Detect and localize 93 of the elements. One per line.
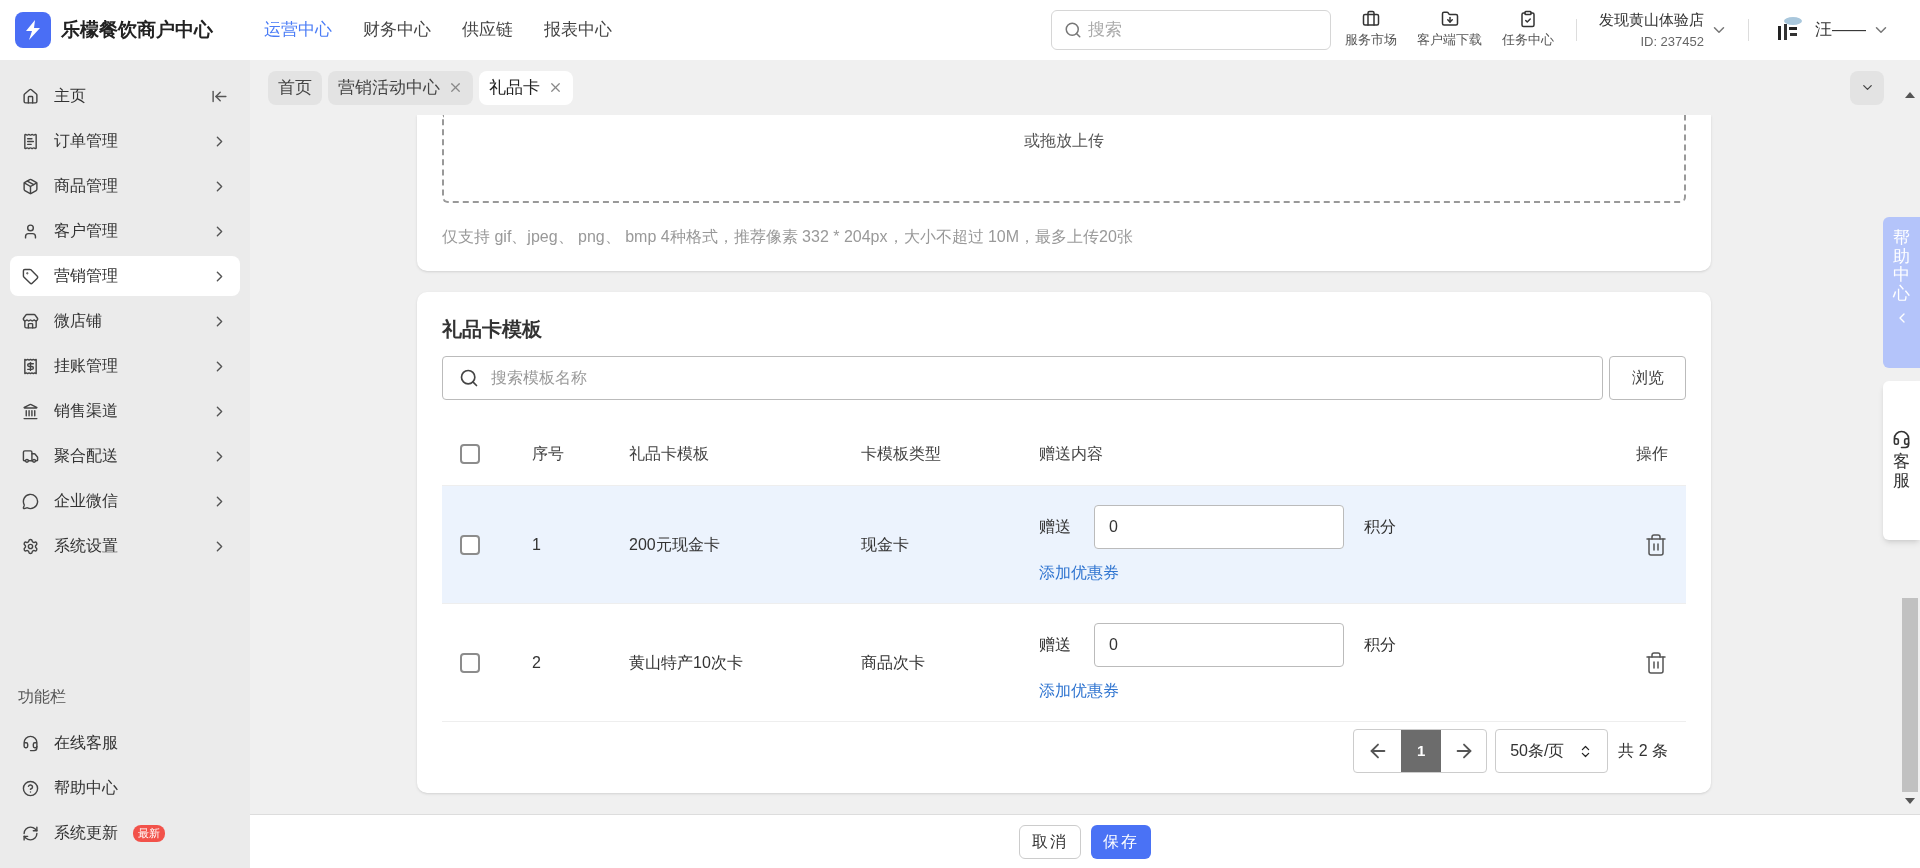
brand-name: 乐檬餐饮商户中心 bbox=[61, 17, 213, 42]
points-field[interactable]: 0 bbox=[1094, 504, 1344, 549]
home-icon bbox=[22, 87, 39, 105]
help-icon bbox=[22, 779, 39, 797]
column-header: 卡模板类型 bbox=[861, 443, 942, 464]
sidebar-item[interactable]: 帮助中心 bbox=[10, 768, 240, 808]
table-cell-text: 商品次卡 bbox=[861, 652, 926, 673]
headset-icon bbox=[1892, 430, 1911, 450]
sidebar-item[interactable]: 聚合配送 bbox=[10, 436, 240, 476]
customer-service-tab[interactable]: 客服 bbox=[1883, 381, 1920, 540]
sidebar-item[interactable]: 在线客服 bbox=[10, 723, 240, 763]
sidebar-item[interactable]: 系统设置 bbox=[10, 526, 240, 566]
table-cell-text: 黄山特产10次卡 bbox=[629, 652, 744, 673]
nav-link[interactable]: 财务中心 bbox=[363, 17, 431, 43]
drop-zone[interactable]: 或拖放上传 bbox=[442, 115, 1686, 203]
truck-icon bbox=[22, 447, 39, 465]
sidebar-item[interactable]: 主页 bbox=[10, 76, 240, 116]
search-icon bbox=[459, 368, 479, 388]
page-button[interactable]: 1 bbox=[1401, 730, 1442, 772]
column-header: 礼品卡模板 bbox=[629, 443, 710, 464]
page-size-select[interactable]: 50条/页 bbox=[1495, 729, 1609, 773]
unit-label: 积分 bbox=[1364, 634, 1396, 655]
receipt-icon bbox=[22, 132, 39, 150]
checkbox[interactable] bbox=[460, 443, 480, 464]
section-title: 功能栏 bbox=[17, 687, 67, 707]
sidebar-item[interactable]: 营销管理 bbox=[10, 256, 240, 296]
bank-icon bbox=[22, 402, 39, 420]
scroll-up-icon[interactable] bbox=[1905, 92, 1915, 98]
sidebar-item[interactable]: 微店铺 bbox=[10, 301, 240, 341]
shortcut-button[interactable]: 服务市场 bbox=[1345, 10, 1397, 50]
store-id: ID: 237452 bbox=[1640, 32, 1704, 51]
box-icon bbox=[22, 177, 39, 195]
sidebar-item[interactable]: 销售渠道 bbox=[10, 391, 240, 431]
page-tab[interactable]: 营销活动中心 bbox=[328, 70, 473, 105]
sidebar-item[interactable]: 商品管理 bbox=[10, 166, 240, 206]
unit-label: 积分 bbox=[1364, 516, 1396, 537]
table-cell-text: 1 bbox=[532, 534, 542, 555]
cancel-button[interactable]: 取消 bbox=[1019, 824, 1081, 859]
column-header: 序号 bbox=[532, 443, 565, 464]
store-icon bbox=[22, 312, 39, 330]
chat-icon bbox=[22, 492, 39, 510]
sidebar-item[interactable]: 系统更新 最新 bbox=[10, 813, 240, 853]
points-field[interactable]: 0 bbox=[1094, 622, 1344, 667]
nav-link[interactable]: 报表中心 bbox=[544, 17, 612, 43]
receipt-icon bbox=[22, 357, 39, 375]
delete-icon[interactable] bbox=[1644, 532, 1668, 557]
store-name: 发现黄山体验店 bbox=[1599, 10, 1704, 30]
column-header: 操作 bbox=[1636, 443, 1669, 464]
give-label: 赠送 bbox=[1039, 516, 1072, 537]
settings-icon bbox=[22, 537, 39, 555]
logo-icon bbox=[15, 12, 51, 48]
headset-icon bbox=[22, 734, 39, 752]
column-header: 赠送内容 bbox=[1039, 443, 1104, 464]
refresh-icon bbox=[22, 824, 39, 842]
add-coupon-link[interactable]: 添加优惠券 bbox=[1039, 560, 1119, 585]
search-placeholder: 搜索模板名称 bbox=[491, 368, 587, 388]
total-count: 共 2 条 bbox=[1618, 741, 1668, 761]
user-icon bbox=[22, 222, 39, 240]
sidebar-item[interactable]: 企业微信 bbox=[10, 481, 240, 521]
upload-hint: 仅支持 gif、jpeg、 png、 bmp 4种格式，推荐像素 332 * 204px，大小不超过 10M，最多上传20张 bbox=[442, 227, 1134, 247]
new-badge: 最新 bbox=[133, 824, 165, 842]
search-placeholder: 搜索 bbox=[1088, 19, 1122, 42]
folder-download-icon bbox=[1440, 10, 1459, 29]
table-cell-text: 200元现金卡 bbox=[629, 534, 721, 555]
clipboard-check-icon bbox=[1519, 10, 1537, 29]
checkbox[interactable] bbox=[460, 652, 480, 673]
tag-icon bbox=[22, 267, 39, 285]
page-tab[interactable]: 礼品卡 bbox=[479, 70, 573, 105]
add-coupon-link[interactable]: 添加优惠券 bbox=[1039, 678, 1119, 703]
drop-text: 或拖放上传 bbox=[1024, 131, 1104, 151]
shortcut-button[interactable]: 客户端下载 bbox=[1417, 10, 1482, 50]
scrollbar-thumb[interactable] bbox=[1902, 598, 1918, 792]
table-cell-text: 2 bbox=[532, 652, 542, 673]
nav-link[interactable]: 供应链 bbox=[462, 17, 513, 43]
give-label: 赠送 bbox=[1039, 634, 1072, 655]
shortcut-button[interactable]: 任务中心 bbox=[1502, 10, 1554, 50]
sidebar-item[interactable]: 订单管理 bbox=[10, 121, 240, 161]
save-button[interactable]: 保存 bbox=[1091, 824, 1151, 859]
sidebar-item[interactable]: 挂账管理 bbox=[10, 346, 240, 386]
table-cell-text: 现金卡 bbox=[861, 534, 910, 555]
scroll-down-icon[interactable] bbox=[1905, 798, 1915, 804]
close-icon[interactable] bbox=[448, 80, 463, 95]
browse-button[interactable]: 浏览 bbox=[1609, 356, 1686, 400]
checkbox[interactable] bbox=[460, 534, 480, 555]
user-name: 汪—— bbox=[1815, 19, 1866, 42]
card-title: 礼品卡模板 bbox=[442, 317, 543, 342]
nav-link[interactable]: 运营中心 bbox=[264, 17, 332, 43]
delete-icon[interactable] bbox=[1644, 650, 1668, 675]
sidebar-item[interactable]: 客户管理 bbox=[10, 211, 240, 251]
search-icon bbox=[1064, 21, 1082, 39]
close-icon[interactable] bbox=[548, 80, 563, 95]
page-tab[interactable]: 首页 bbox=[268, 70, 322, 105]
briefcase-icon bbox=[1362, 10, 1380, 29]
